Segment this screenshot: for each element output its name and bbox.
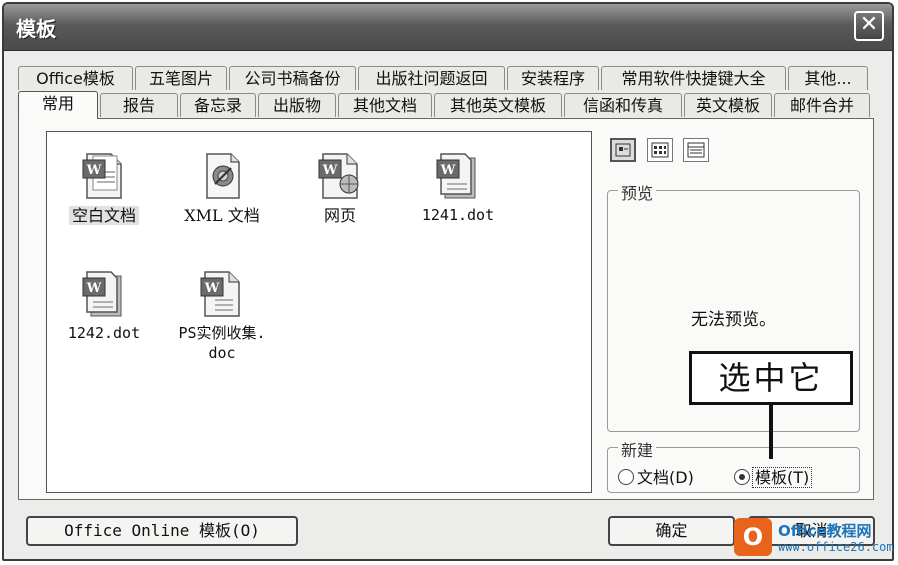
word-document-icon: W bbox=[200, 271, 240, 317]
tab-wubi-images[interactable]: 五笔图片 bbox=[135, 66, 227, 90]
file-item-ps-collection-doc[interactable]: W PS实例收集. doc bbox=[157, 268, 287, 363]
tab-reports[interactable]: 报告 bbox=[100, 93, 178, 117]
office-logo-icon: O bbox=[734, 518, 772, 556]
radio-template-label: 模板(T) bbox=[751, 467, 813, 488]
tab-other-english-templates[interactable]: 其他英文模板 bbox=[434, 93, 562, 117]
office-online-templates-button[interactable]: Office Online 模板(O) bbox=[26, 516, 298, 546]
svg-text:W: W bbox=[86, 281, 102, 296]
file-label: 1242.dot bbox=[67, 324, 141, 342]
tab-mail-merge[interactable]: 邮件合并 bbox=[774, 93, 870, 117]
file-label: PS实例收集. bbox=[178, 324, 266, 342]
large-icons-view-button[interactable] bbox=[610, 138, 636, 162]
word-template-icon: W bbox=[82, 271, 122, 317]
svg-text:W: W bbox=[440, 163, 456, 178]
radio-circle[interactable] bbox=[618, 469, 634, 485]
radio-document[interactable]: 文档(D) bbox=[618, 464, 694, 488]
template-file-list[interactable]: W 空白文档 XML 文档 W 网页 W 1241.dot W 1242.dot… bbox=[46, 131, 592, 493]
preview-group-label: 预览 bbox=[618, 180, 657, 204]
file-label: 网页 bbox=[323, 206, 356, 225]
file-label: XML 文档 bbox=[184, 206, 260, 225]
tab-shortcuts[interactable]: 常用软件快捷键大全 bbox=[601, 66, 786, 90]
tab-installers[interactable]: 安装程序 bbox=[507, 66, 599, 90]
radio-document-label: 文档(D) bbox=[637, 468, 694, 487]
template-dialog: 模板 ✕ Office模板 五笔图片 公司书稿备份 出版社问题返回 安装程序 常… bbox=[2, 2, 894, 561]
list-view-button[interactable] bbox=[647, 138, 673, 162]
tab-panel: W 空白文档 XML 文档 W 网页 W 1241.dot W 1242.dot… bbox=[18, 118, 874, 500]
create-new-group: 新建 文档(D) 模板(T) bbox=[607, 437, 860, 493]
file-item-blank-document[interactable]: W 空白文档 bbox=[39, 150, 169, 225]
watermark-title: Office教程网 bbox=[778, 522, 872, 540]
file-label-continued: doc bbox=[208, 344, 236, 362]
tab-company-backup[interactable]: 公司书稿备份 bbox=[229, 66, 356, 90]
details-view-icon bbox=[687, 142, 705, 158]
tab-office-templates[interactable]: Office模板 bbox=[18, 66, 133, 90]
list-view-icon bbox=[651, 142, 669, 158]
radio-circle[interactable] bbox=[734, 469, 750, 485]
file-item-web-page[interactable]: W 网页 bbox=[275, 150, 405, 225]
radio-template[interactable]: 模板(T) bbox=[734, 464, 813, 488]
tab-publisher-returns[interactable]: 出版社问题返回 bbox=[358, 66, 505, 90]
word-template-icon: W bbox=[436, 153, 476, 199]
file-label: 空白文档 bbox=[68, 206, 139, 225]
title-bar[interactable]: 模板 ✕ bbox=[4, 4, 892, 51]
file-item-1242-dot[interactable]: W 1242.dot bbox=[39, 268, 169, 343]
xml-document-icon bbox=[206, 153, 240, 199]
file-item-xml-document[interactable]: XML 文档 bbox=[157, 150, 287, 225]
large-icons-view-icon bbox=[615, 143, 631, 157]
tab-row-2: 常用 报告 备忘录 出版物 其他文档 其他英文模板 信函和传真 英文模板 邮件合… bbox=[18, 91, 870, 119]
annotation-pointer-line bbox=[769, 405, 773, 459]
annotation-callout: 选中它 bbox=[689, 351, 853, 405]
close-button[interactable]: ✕ bbox=[854, 11, 884, 41]
dialog-title: 模板 bbox=[16, 17, 56, 41]
tab-common[interactable]: 常用 bbox=[18, 91, 98, 119]
svg-text:W: W bbox=[322, 163, 338, 178]
tab-publications[interactable]: 出版物 bbox=[258, 93, 336, 117]
web-page-icon: W bbox=[318, 153, 359, 199]
word-document-icon: W bbox=[82, 153, 122, 199]
file-item-1241-dot[interactable]: W 1241.dot bbox=[393, 150, 523, 225]
tab-memos[interactable]: 备忘录 bbox=[180, 93, 256, 117]
site-watermark: O Office教程网 www.office26.com bbox=[734, 518, 894, 560]
tab-other-docs[interactable]: 其他文档 bbox=[338, 93, 432, 117]
svg-text:W: W bbox=[204, 281, 220, 296]
file-label: 1241.dot bbox=[421, 206, 495, 224]
preview-message: 无法预览。 bbox=[691, 310, 776, 330]
create-new-label: 新建 bbox=[618, 437, 657, 461]
ok-button[interactable]: 确定 bbox=[608, 516, 735, 546]
details-view-button[interactable] bbox=[683, 138, 709, 162]
tab-letters-faxes[interactable]: 信函和传真 bbox=[564, 93, 682, 117]
tab-english-templates[interactable]: 英文模板 bbox=[684, 93, 772, 117]
tab-more[interactable]: 其他... bbox=[788, 66, 868, 90]
svg-text:W: W bbox=[86, 163, 102, 178]
tab-row-1: Office模板 五笔图片 公司书稿备份 出版社问题返回 安装程序 常用软件快捷… bbox=[18, 66, 868, 92]
watermark-url: www.office26.com bbox=[778, 540, 894, 554]
